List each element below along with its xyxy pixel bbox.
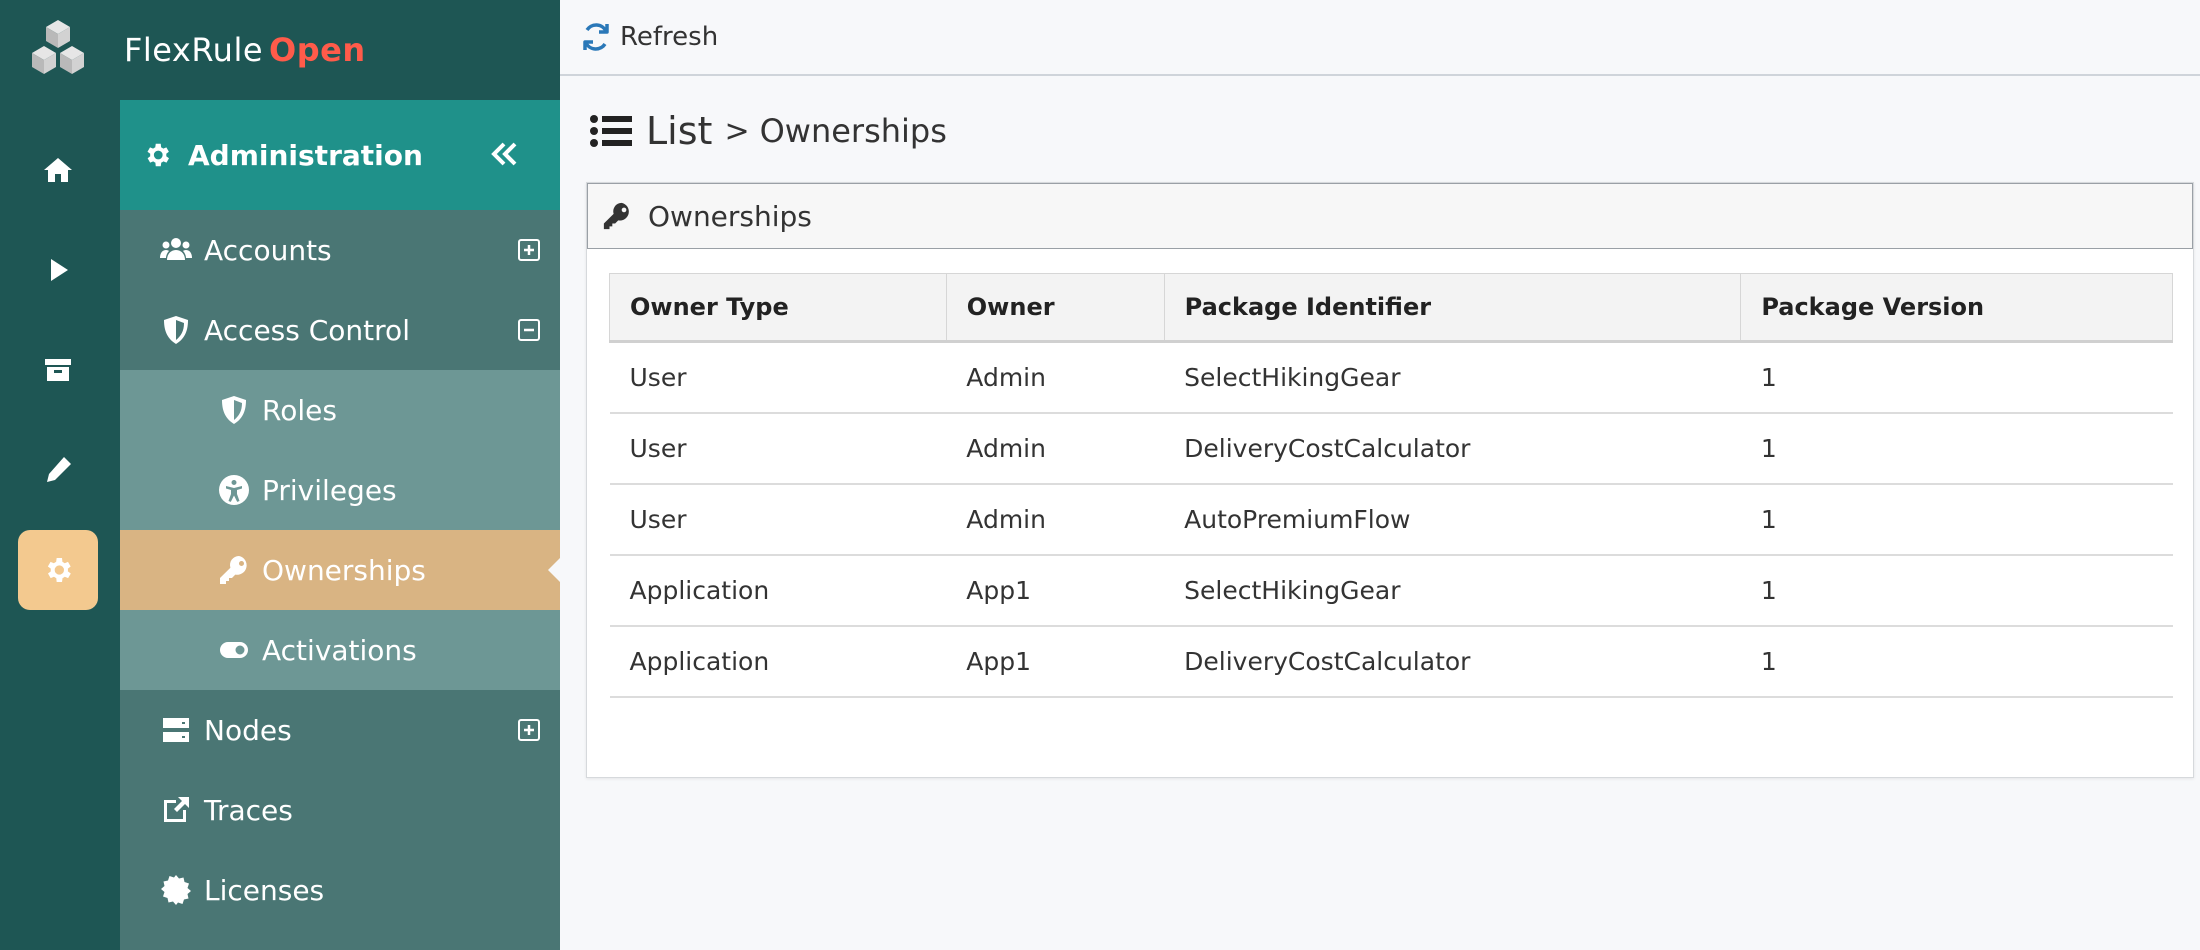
cell-owner: App1 — [946, 625, 1165, 698]
list-icon — [590, 115, 632, 147]
selection-caret — [548, 558, 560, 582]
sidebar-panel: Administration Accounts Access Control R… — [120, 0, 560, 950]
sidebar-item-privileges[interactable]: Privileges — [120, 450, 560, 530]
sidebar-item-label: Licenses — [204, 873, 325, 907]
toolbar: Refresh — [560, 0, 2200, 76]
table-header-row: Owner Type Owner Package Identifier Pack… — [609, 273, 2173, 343]
cell-owner-type: Application — [609, 554, 947, 627]
play-icon — [51, 259, 68, 281]
ownerships-table: Owner Type Owner Package Identifier Pack… — [609, 273, 2173, 698]
accessibility-icon — [219, 475, 249, 505]
sidebar-item-label: Privileges — [262, 473, 397, 507]
table-row[interactable]: Application App1 SelectHikingGear 1 — [609, 554, 2173, 627]
shield-icon — [164, 316, 188, 344]
server-icon — [163, 718, 189, 742]
sidebar-item-label: Activations — [262, 633, 417, 667]
sidebar-item-label: Traces — [204, 793, 293, 827]
sidebar-item-label: Accounts — [204, 233, 332, 267]
breadcrumb-current: Ownerships — [759, 112, 947, 150]
rail-home-button[interactable] — [18, 130, 98, 210]
app-title: FlexRule Open — [124, 31, 366, 69]
sidebar-item-licenses[interactable]: Licenses — [120, 850, 560, 930]
expand-icon[interactable] — [518, 719, 540, 741]
cell-owner-type: User — [609, 341, 947, 414]
cell-owner-type: Application — [609, 625, 947, 698]
toggle-icon — [220, 642, 248, 658]
rail-edit-button[interactable] — [18, 430, 98, 510]
cell-package-version: 1 — [1740, 554, 2173, 627]
breadcrumb-root[interactable]: List — [646, 109, 712, 153]
table-row[interactable]: User Admin DeliveryCostCalculator 1 — [609, 412, 2173, 485]
refresh-button[interactable]: Refresh — [580, 21, 718, 53]
gear-icon — [47, 558, 71, 582]
cell-package-version: 1 — [1740, 341, 2173, 414]
rail-administration-button[interactable] — [18, 530, 98, 610]
certificate-icon — [161, 875, 191, 905]
cell-package-identifier: DeliveryCostCalculator — [1164, 412, 1741, 485]
key-icon — [220, 556, 247, 584]
panel-header: Ownerships — [587, 183, 2193, 249]
home-icon — [44, 158, 72, 182]
breadcrumb: List > Ownerships — [590, 108, 947, 154]
sidebar-title: Administration — [188, 138, 423, 172]
brand: FlexRule Open — [0, 0, 560, 100]
cell-package-identifier: DeliveryCostCalculator — [1164, 625, 1741, 698]
sidebar-item-access-control[interactable]: Access Control — [120, 290, 560, 370]
app-edition: Open — [269, 31, 366, 69]
app-name: FlexRule — [124, 31, 264, 69]
logo-cubes-icon — [32, 20, 84, 74]
sidebar-header: Administration — [120, 100, 560, 210]
cell-owner: Admin — [946, 341, 1165, 414]
key-icon — [603, 202, 629, 230]
sidebar-item-nodes[interactable]: Nodes — [120, 690, 560, 770]
cell-owner: App1 — [946, 554, 1165, 627]
users-icon — [160, 238, 192, 260]
shield-icon — [222, 396, 246, 424]
external-link-icon — [164, 797, 189, 822]
gear-icon — [147, 143, 169, 167]
breadcrumb-separator: > — [724, 113, 750, 149]
sidebar-item-traces[interactable]: Traces — [120, 770, 560, 850]
archive-icon — [45, 359, 71, 381]
cell-owner-type: User — [609, 483, 947, 556]
panel-title: Ownerships — [648, 199, 812, 233]
cell-package-version: 1 — [1740, 412, 2173, 485]
sidebar-item-activations[interactable]: Activations — [120, 610, 560, 690]
column-header-package-version[interactable]: Package Version — [1740, 273, 2173, 343]
table-row[interactable]: User Admin SelectHikingGear 1 — [609, 341, 2173, 414]
rail-run-button[interactable] — [18, 230, 98, 310]
expand-icon[interactable] — [518, 239, 540, 261]
sidebar-item-label: Nodes — [204, 713, 292, 747]
sidebar-item-roles[interactable]: Roles — [120, 370, 560, 450]
table-row[interactable]: User Admin AutoPremiumFlow 1 — [609, 483, 2173, 556]
rail-archive-button[interactable] — [18, 330, 98, 410]
sidebar-item-label: Roles — [262, 393, 337, 427]
cell-owner-type: User — [609, 412, 947, 485]
collapse-icon[interactable] — [518, 319, 540, 341]
ownerships-panel: Ownerships Owner Type Owner Package Iden… — [586, 182, 2194, 778]
sidebar-item-accounts[interactable]: Accounts — [120, 210, 560, 290]
refresh-label: Refresh — [620, 22, 719, 52]
cell-package-version: 1 — [1740, 483, 2173, 556]
column-header-owner-type[interactable]: Owner Type — [609, 273, 947, 343]
cell-package-version: 1 — [1740, 625, 2173, 698]
refresh-icon — [583, 23, 609, 51]
collapse-sidebar-button[interactable] — [488, 138, 520, 170]
table-row[interactable]: Application App1 DeliveryCostCalculator … — [609, 625, 2173, 698]
column-header-package-identifier[interactable]: Package Identifier — [1163, 273, 1742, 343]
sidebar-item-label: Ownerships — [262, 553, 426, 587]
cell-owner: Admin — [946, 412, 1165, 485]
double-chevron-left-icon — [491, 142, 517, 166]
cell-package-identifier: AutoPremiumFlow — [1164, 483, 1741, 556]
cell-package-identifier: SelectHikingGear — [1164, 341, 1741, 414]
pencil-icon — [47, 457, 71, 482]
cell-owner: Admin — [946, 483, 1165, 556]
sidebar-item-ownerships[interactable]: Ownerships — [120, 530, 560, 610]
cell-package-identifier: SelectHikingGear — [1164, 554, 1741, 627]
sidebar-item-label: Access Control — [204, 313, 410, 347]
column-header-owner[interactable]: Owner — [945, 273, 1165, 343]
